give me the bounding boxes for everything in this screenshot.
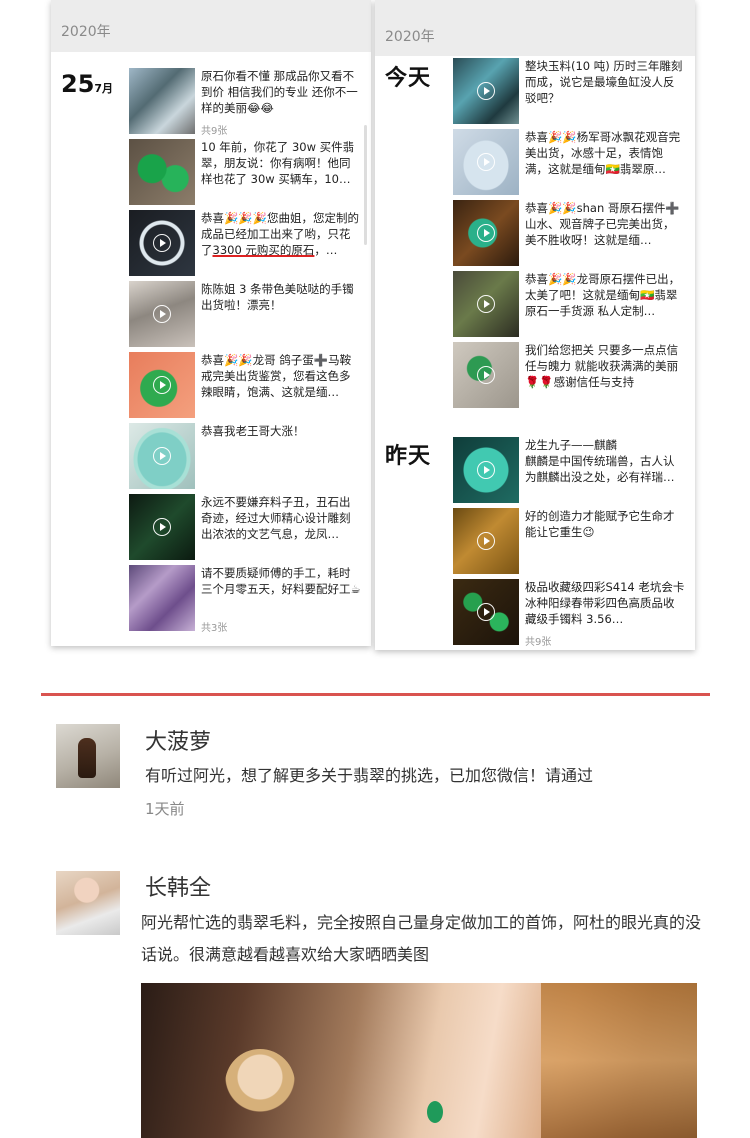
moment-post[interactable]: 请不要质疑师傅的手工，耗时三个月零五天，好料要配好工☕ 共3张 bbox=[129, 565, 367, 637]
play-icon bbox=[153, 447, 171, 465]
post-text: 恭喜🎉🎉龙哥原石摆件已出，太美了吧！这就是缅甸🇲🇲翡翠原石一手货源 私人定制… bbox=[525, 272, 681, 318]
moment-post[interactable]: 恭喜🎉🎉龙哥原石摆件已出，太美了吧！这就是缅甸🇲🇲翡翠原石一手货源 私人定制… bbox=[453, 271, 691, 341]
post-text: 龙生九子——麒麟 麒麟是中国传统瑞兽，古人认为麒麟出没之处，必有祥瑞… bbox=[525, 438, 675, 484]
comment-author: 长韩全 bbox=[145, 876, 212, 901]
play-icon bbox=[477, 295, 495, 313]
comment-photo[interactable] bbox=[141, 983, 697, 1138]
moment-post[interactable]: 陈陈姐 3 条带色美哒哒的手镯出货啦！漂亮！ bbox=[129, 281, 367, 351]
photo-count: 共3张 bbox=[201, 623, 228, 634]
today-label: 今天 bbox=[385, 66, 432, 91]
play-icon bbox=[153, 305, 171, 323]
avatar[interactable] bbox=[56, 871, 120, 935]
moments-screenshot-left: 2020年 257月 原石你看不懂 那成品你又看不到价 相信我们的专业 还你不一… bbox=[51, 0, 371, 646]
play-icon bbox=[477, 82, 495, 100]
moment-post[interactable]: 恭喜🎉🎉shan 哥原石摆件➕山水、观音牌子已完美出货，美不胜收呀！这就是缅… bbox=[453, 200, 691, 270]
play-icon bbox=[477, 153, 495, 171]
post-thumbnail[interactable] bbox=[129, 352, 195, 418]
play-icon bbox=[477, 366, 495, 384]
post-text: 我们给您把关 只要多一点点信任与魄力 就能收获满满的美丽🌹🌹感谢信任与支持 bbox=[525, 343, 679, 389]
moment-post[interactable]: 极品收藏级四彩S414 老坑会卡冰种阳绿春带彩四色高质品收藏级手镯料 3.56…… bbox=[453, 579, 691, 649]
post-thumbnail[interactable] bbox=[129, 281, 195, 347]
play-icon bbox=[153, 376, 171, 394]
post-text: 恭喜🎉🎉🎉您曲姐，您定制的成品已经加工出来了哟，只花了3300 元购买的原石，… bbox=[201, 211, 359, 257]
moment-post[interactable]: 恭喜我老王哥大涨！ bbox=[129, 423, 367, 493]
post-thumbnail[interactable] bbox=[129, 565, 195, 631]
post-thumbnail[interactable] bbox=[453, 437, 519, 503]
play-icon bbox=[153, 234, 171, 252]
page: 2020年 257月 原石你看不懂 那成品你又看不到价 相信我们的专业 还你不一… bbox=[0, 0, 750, 1138]
post-text: 恭喜🎉🎉杨军哥冰飘花观音完美出货，冰感十足，表情饱满，这就是缅甸🇲🇲翡翠原… bbox=[525, 130, 681, 176]
play-icon bbox=[477, 532, 495, 550]
comment-time: 1天前 bbox=[145, 800, 185, 818]
avatar[interactable] bbox=[56, 724, 120, 788]
play-icon bbox=[153, 518, 171, 536]
moment-post[interactable]: 恭喜🎉🎉杨军哥冰飘花观音完美出货，冰感十足，表情饱满，这就是缅甸🇲🇲翡翠原… bbox=[453, 129, 691, 199]
post-text: 好的创造力才能赋予它生命才能让它重生😉 bbox=[525, 509, 675, 539]
yesterday-label: 昨天 bbox=[385, 444, 432, 469]
year-header: 2020年 bbox=[51, 0, 371, 52]
post-text: 请不要质疑师傅的手工，耗时三个月零五天，好料要配好工☕ bbox=[201, 566, 361, 596]
comment-text: 阿光帮忙选的翡翠毛料，完全按照自己量身定做加工的首饰，阿杜的眼光真的没话说。很满… bbox=[141, 913, 702, 964]
post-text: 恭喜我老王哥大涨！ bbox=[201, 424, 305, 438]
moment-post[interactable]: 龙生九子——麒麟 麒麟是中国传统瑞兽，古人认为麒麟出没之处，必有祥瑞… bbox=[453, 437, 691, 507]
moment-post[interactable]: 恭喜🎉🎉🎉您曲姐，您定制的成品已经加工出来了哟，只花了3300 元购买的原石，… bbox=[129, 210, 367, 280]
hair-region bbox=[541, 983, 697, 1138]
play-icon bbox=[477, 224, 495, 242]
post-thumbnail[interactable] bbox=[453, 271, 519, 337]
post-text: 10 年前，你花了 30w 买件翡翠，朋友说：你有病啊！他同样也花了 30w 买… bbox=[201, 140, 355, 186]
jade-pendant bbox=[427, 1101, 443, 1123]
play-icon bbox=[477, 603, 495, 621]
post-text: 恭喜🎉🎉shan 哥原石摆件➕山水、观音牌子已完美出货，美不胜收呀！这就是缅… bbox=[525, 201, 680, 247]
moment-post[interactable]: 恭喜🎉🎉龙哥 鸽子蛋➕马鞍戒完美出货鉴赏，您看这色多辣眼睛，饱满、这就是缅… bbox=[129, 352, 367, 422]
comment-author: 大菠萝 bbox=[145, 730, 212, 755]
photo-count: 共9张 bbox=[525, 637, 552, 648]
moment-post[interactable]: 好的创造力才能赋予它生命才能让它重生😉 bbox=[453, 508, 691, 578]
doll-figure bbox=[225, 1049, 295, 1129]
post-thumbnail[interactable] bbox=[129, 139, 195, 205]
photo-count: 共9张 bbox=[201, 126, 228, 137]
underlined-price: 3300 元购买的原石 bbox=[212, 243, 315, 257]
comment-text: 有听过阿光，想了解更多关于翡翠的挑选，已加您微信！请通过 bbox=[145, 766, 594, 785]
post-thumbnail[interactable] bbox=[453, 129, 519, 195]
moment-post[interactable]: 原石你看不懂 那成品你又看不到价 相信我们的专业 还你不一样的美丽😂😂 共9张 bbox=[129, 68, 367, 138]
year-label: 2020年 bbox=[385, 29, 435, 45]
post-text: 恭喜🎉🎉龙哥 鸽子蛋➕马鞍戒完美出货鉴赏，您看这色多辣眼睛，饱满、这就是缅… bbox=[201, 353, 352, 399]
post-text: 整块玉料(10 吨) 历时三年雕刻而成，说它是最壕鱼缸没人反驳吧？ bbox=[525, 59, 683, 105]
post-thumbnail[interactable] bbox=[129, 494, 195, 560]
post-thumbnail[interactable] bbox=[453, 579, 519, 645]
post-thumbnail[interactable] bbox=[129, 210, 195, 276]
moments-screenshot-right: 2020年 今天 昨天 整块玉料(10 吨) 历时三年雕刻而成，说它是最壕鱼缸没… bbox=[375, 0, 695, 650]
moment-post[interactable]: 整块玉料(10 吨) 历时三年雕刻而成，说它是最壕鱼缸没人反驳吧？ bbox=[453, 58, 691, 128]
post-thumbnail[interactable] bbox=[453, 508, 519, 574]
post-text: 原石你看不懂 那成品你又看不到价 相信我们的专业 还你不一样的美丽😂😂 bbox=[201, 69, 358, 115]
post-text: 极品收藏级四彩S414 老坑会卡冰种阳绿春带彩四色高质品收藏级手镯料 3.56… bbox=[525, 580, 685, 626]
post-thumbnail[interactable] bbox=[453, 200, 519, 266]
moment-post[interactable]: 永远不要嫌弃料子丑，丑石出奇迹，经过大师精心设计雕刻出浓浓的文艺气息，龙凤… bbox=[129, 494, 367, 564]
post-text: 陈陈姐 3 条带色美哒哒的手镯出货啦！漂亮！ bbox=[201, 282, 354, 312]
post-thumbnail[interactable] bbox=[453, 58, 519, 124]
post-text: 永远不要嫌弃料子丑，丑石出奇迹，经过大师精心设计雕刻出浓浓的文艺气息，龙凤… bbox=[201, 495, 351, 541]
section-divider bbox=[41, 693, 710, 696]
play-icon bbox=[477, 461, 495, 479]
post-thumbnail[interactable] bbox=[129, 68, 195, 134]
year-label: 2020年 bbox=[61, 24, 111, 40]
moment-post[interactable]: 我们给您把关 只要多一点点信任与魄力 就能收获满满的美丽🌹🌹感谢信任与支持 bbox=[453, 342, 691, 412]
post-thumbnail[interactable] bbox=[129, 423, 195, 489]
post-thumbnail[interactable] bbox=[453, 342, 519, 408]
moment-post[interactable]: 10 年前，你花了 30w 买件翡翠，朋友说：你有病啊！他同样也花了 30w 买… bbox=[129, 139, 367, 209]
year-header: 2020年 bbox=[375, 0, 695, 56]
date-label: 257月 bbox=[61, 70, 114, 98]
